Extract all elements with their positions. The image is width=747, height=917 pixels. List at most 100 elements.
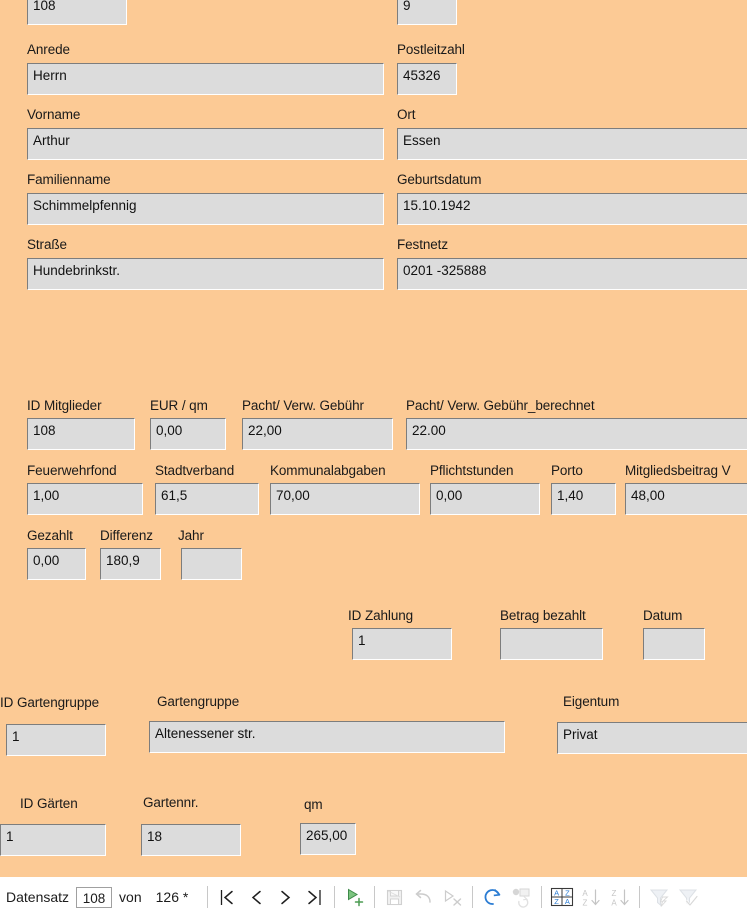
refresh-all-button[interactable] (478, 883, 507, 911)
id-plz-top-input[interactable]: 9 (397, 0, 457, 25)
next-record-icon (278, 888, 293, 907)
geburtsdatum-label: Geburtsdatum (397, 172, 481, 188)
undo-button[interactable] (409, 883, 438, 911)
pacht-verw-gebuehr-input[interactable]: 22,00 (242, 418, 393, 450)
undo-arrow-icon (414, 888, 434, 907)
record-label: Datensatz (6, 889, 69, 905)
qm-label: qm (304, 797, 323, 813)
gartengruppe-input[interactable]: Altenessener str. (149, 721, 505, 753)
stadtverband-label: Stadtverband (155, 463, 234, 479)
differenz-label: Differenz (100, 528, 153, 544)
geburtsdatum-input[interactable]: 15.10.1942 (397, 193, 747, 225)
find-replace-button[interactable] (507, 883, 536, 911)
ort-input[interactable]: Essen (397, 128, 747, 160)
divider (374, 886, 375, 908)
sort-descending-button[interactable]: Z A (605, 883, 634, 911)
svg-text:A: A (611, 898, 617, 907)
last-record-button[interactable] (300, 883, 329, 911)
last-record-icon (306, 888, 323, 907)
differenz-input[interactable]: 180,9 (100, 548, 161, 580)
id-zahlung-label: ID Zahlung (348, 608, 413, 624)
anrede-input[interactable]: Herrn (27, 63, 384, 95)
kommunalabgaben-input[interactable]: 70,00 (270, 483, 420, 515)
kommunalabgaben-label: Kommunalabgaben (270, 463, 386, 479)
refresh-circular-arrow-icon (483, 887, 503, 907)
pacht-verw-gebuehr-berechnet-input[interactable]: 22.00 (406, 418, 747, 450)
datum-label: Datum (643, 608, 682, 624)
first-record-button[interactable] (213, 883, 242, 911)
eur-pro-qm-label: EUR / qm (150, 398, 208, 414)
filter-lightning-icon (648, 887, 671, 908)
previous-record-button[interactable] (242, 883, 271, 911)
festnetz-input[interactable]: 0201 -325888 (397, 258, 747, 290)
id-mitglieder-label: ID Mitglieder (27, 398, 101, 414)
pacht-verw-gebuehr-label: Pacht/ Verw. Gebühr (242, 398, 364, 414)
id-mitglieder-input[interactable]: 108 (27, 418, 135, 450)
sort-toggle-button[interactable]: A Z Z A (547, 883, 576, 911)
svg-text:Z: Z (611, 889, 616, 898)
sort-ascending-button[interactable]: A Z (576, 883, 605, 911)
new-record-icon (345, 887, 365, 907)
access-form-body: 108 Anrede Herrn Vorname Arthur Familien… (0, 0, 747, 877)
divider (334, 886, 335, 908)
strasse-input[interactable]: Hundebrinkstr. (27, 258, 384, 290)
divider (541, 886, 542, 908)
vorname-label: Vorname (27, 107, 80, 123)
mitgliedsbeitrag-input[interactable]: 48,00 (625, 483, 747, 515)
id-mitglieder-top-input[interactable]: 108 (27, 0, 127, 25)
porto-label: Porto (551, 463, 583, 479)
festnetz-label: Festnetz (397, 237, 448, 253)
current-record-input[interactable]: 108 (76, 887, 112, 908)
datum-input[interactable] (643, 628, 705, 660)
id-gartengruppe-input[interactable]: 1 (6, 724, 106, 756)
first-record-icon (219, 888, 236, 907)
betrag-bezahlt-input[interactable] (500, 628, 603, 660)
previous-record-icon (249, 888, 264, 907)
filter-check-icon (677, 887, 700, 908)
jahr-label: Jahr (178, 528, 204, 544)
qm-input[interactable]: 265,00 (300, 823, 356, 855)
navigation-buttons: A Z Z A A Z Z A (202, 883, 703, 911)
gartennr-input[interactable]: 18 (141, 824, 241, 856)
svg-text:Z: Z (582, 898, 587, 907)
svg-text:A: A (582, 889, 588, 898)
next-record-button[interactable] (271, 883, 300, 911)
familienname-label: Familienname (27, 172, 111, 188)
eigentum-label: Eigentum (563, 694, 619, 710)
eur-pro-qm-input[interactable]: 0,00 (150, 418, 226, 450)
sort-az-za-icon: A Z Z A (550, 886, 574, 908)
save-icon (385, 888, 404, 907)
feuerwehrfond-input[interactable]: 1,00 (27, 483, 143, 515)
stadtverband-input[interactable]: 61,5 (155, 483, 259, 515)
gezahlt-label: Gezahlt (27, 528, 73, 544)
sort-a-to-z-icon: A Z (579, 887, 603, 908)
clear-filter-button[interactable] (674, 883, 703, 911)
svg-text:Z: Z (554, 897, 559, 906)
id-zahlung-input[interactable]: 1 (352, 628, 452, 660)
gezahlt-input[interactable]: 0,00 (27, 548, 86, 580)
eigentum-input[interactable]: Privat (557, 722, 747, 754)
delete-record-icon (442, 888, 463, 907)
delete-record-button[interactable] (438, 883, 467, 911)
strasse-label: Straße (27, 237, 67, 253)
betrag-bezahlt-label: Betrag bezahlt (500, 608, 586, 624)
anrede-label: Anrede (27, 42, 70, 58)
new-record-button[interactable] (340, 883, 369, 911)
familienname-input[interactable]: Schimmelpfennig (27, 193, 384, 225)
divider (207, 886, 208, 908)
vorname-input[interactable]: Arthur (27, 128, 384, 160)
gartennr-label: Gartennr. (143, 795, 198, 811)
divider (472, 886, 473, 908)
porto-input[interactable]: 1,40 (551, 483, 616, 515)
feuerwehrfond-label: Feuerwehrfond (27, 463, 117, 479)
ort-label: Ort (397, 107, 415, 123)
save-record-button[interactable] (380, 883, 409, 911)
filter-toggle-button[interactable] (645, 883, 674, 911)
pflichtstunden-input[interactable]: 0,00 (430, 483, 540, 515)
svg-text:A: A (565, 897, 570, 906)
gartengruppe-label: Gartengruppe (157, 694, 239, 710)
jahr-input[interactable] (181, 548, 242, 580)
pflichtstunden-label: Pflichtstunden (430, 463, 513, 479)
id-gaerten-input[interactable]: 1 (0, 824, 106, 856)
postleitzahl-input[interactable]: 45326 (397, 63, 457, 95)
